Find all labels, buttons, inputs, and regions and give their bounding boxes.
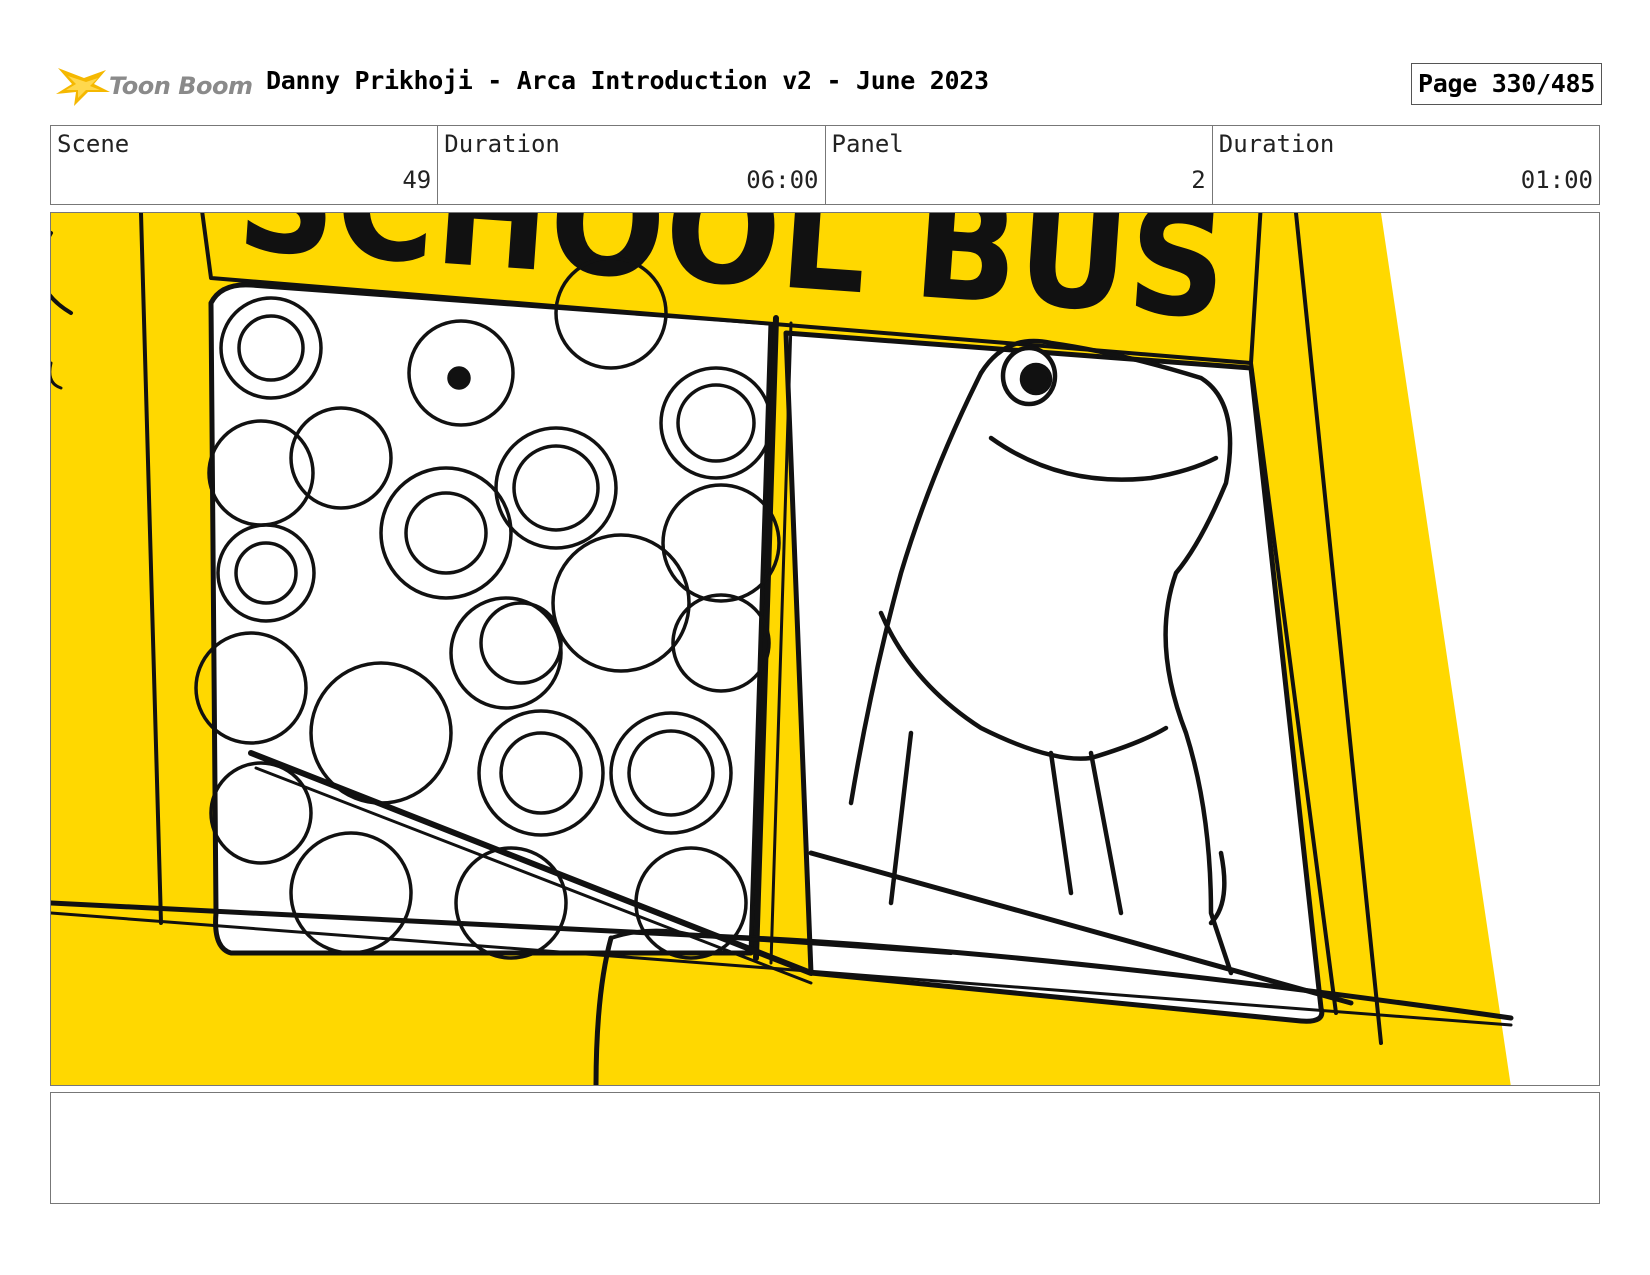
- panel-drawing: SCHOOL BUS: [51, 213, 1514, 1085]
- scene-label: Scene: [57, 130, 130, 158]
- scene-duration-label: Duration: [444, 130, 560, 158]
- panel-duration-cell: Duration 01:00: [1213, 126, 1599, 204]
- document-title: Danny Prikhoji - Arca Introduction v2 - …: [266, 66, 989, 95]
- panel-duration-value: 01:00: [1520, 166, 1593, 194]
- panel-value: 2: [1191, 166, 1206, 194]
- flame-icon: [56, 68, 110, 106]
- scene-info-table: Scene 49 Duration 06:00 Panel 2 Duration…: [50, 125, 1600, 205]
- toon-boom-logo: Toon Boom: [54, 62, 253, 108]
- scene-duration-value: 06:00: [746, 166, 819, 194]
- panel-duration-label: Duration: [1218, 130, 1335, 158]
- storyboard-panel: SCHOOL BUS: [50, 212, 1600, 1086]
- page-indicator: Page 330/485: [1410, 63, 1602, 105]
- scene-cell: Scene 49: [51, 126, 439, 204]
- scene-duration-cell: Duration 06:00: [438, 126, 826, 204]
- page-header: Toon Boom Danny Prikhoji - Arca Introduc…: [54, 58, 1602, 110]
- panel-label: Panel: [831, 130, 904, 158]
- scene-value: 49: [402, 166, 432, 194]
- panel-notes: [50, 1092, 1600, 1204]
- panel-cell: Panel 2: [826, 126, 1213, 204]
- logo-text: Toon Boom: [109, 72, 253, 100]
